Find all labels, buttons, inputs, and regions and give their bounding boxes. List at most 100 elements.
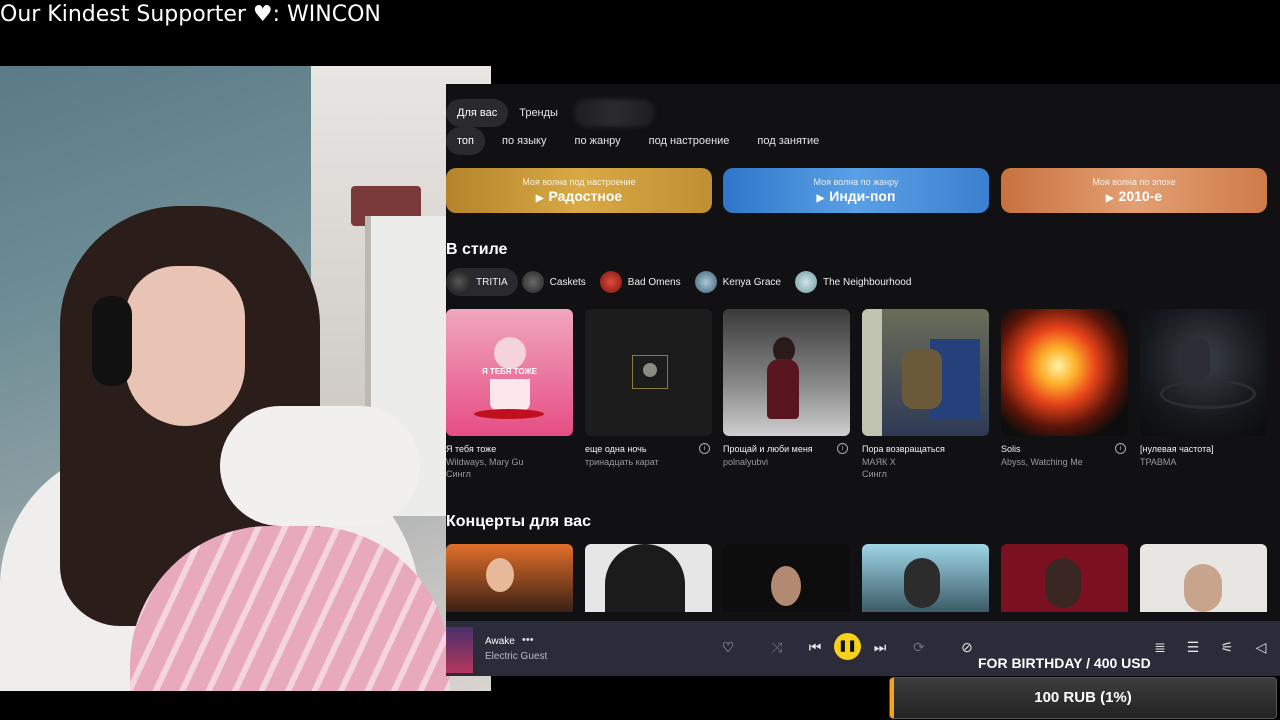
dislike-icon[interactable]: ⊘ — [959, 639, 975, 655]
cover-art-puddle — [474, 409, 544, 419]
cover-art-person — [902, 349, 942, 409]
release-card[interactable]: Прощай и люби меня i polnalyubvi — [723, 309, 850, 467]
concert-card[interactable] — [1001, 544, 1128, 612]
release-cover[interactable] — [1001, 309, 1128, 436]
avatar — [448, 271, 470, 293]
headphones — [92, 296, 132, 386]
wave-genre-title: ▶ Инди-поп — [723, 188, 989, 204]
release-title[interactable]: Я тебя тоже — [446, 444, 573, 454]
wave-mood-card[interactable]: Моя волна под настроение ▶ Радостное — [446, 168, 712, 213]
wave-era-label: 2010-е — [1118, 188, 1163, 204]
now-playing-cover[interactable] — [446, 627, 473, 673]
concert-card[interactable] — [1140, 544, 1267, 612]
filter-by-activity[interactable]: под занятие — [746, 127, 830, 155]
tab-for-you[interactable]: Для вас — [446, 99, 509, 127]
release-cover[interactable]: Я ТЕБЯ ТОЖЕ — [446, 309, 573, 436]
release-title[interactable]: Прощай и люби меня i — [723, 443, 850, 454]
wave-era-card[interactable]: Моя волна по эпохе ▶ 2010-е — [1001, 168, 1267, 213]
release-cover[interactable] — [862, 309, 989, 436]
pause-button[interactable]: ❚❚ — [834, 633, 861, 660]
more-icon[interactable]: ••• — [522, 634, 534, 646]
concert-card[interactable] — [585, 544, 712, 612]
concert-card[interactable] — [862, 544, 989, 612]
tab-blurred[interactable] — [572, 99, 655, 127]
release-title-text: Прощай и люби меня — [723, 444, 813, 454]
release-card[interactable]: Я ТЕБЯ ТОЖЕ Я тебя тоже Wildways, Mary G… — [446, 309, 573, 479]
repeat-icon[interactable]: ⟳ — [911, 639, 927, 655]
next-icon[interactable]: ⏭ — [872, 639, 888, 655]
info-icon[interactable]: i — [837, 443, 848, 454]
avatar — [794, 271, 817, 293]
supporter-banner: Our Kindest Supporter ♥: WINCON — [0, 2, 381, 27]
release-card[interactable]: еще одна ночь i тринадцать карат — [585, 309, 712, 467]
release-artist[interactable]: тринадцать карат — [585, 457, 712, 467]
release-artist[interactable]: Wildways, Mary Gu — [446, 457, 573, 467]
release-artist[interactable]: МАЯК X — [862, 457, 989, 467]
release-title-text: Пора возвращаться — [862, 444, 945, 454]
play-icon: ▶ — [1105, 193, 1114, 204]
artist-chip-tritia[interactable]: TRITIA — [446, 268, 518, 296]
equalizer-icon[interactable]: ⚟ — [1219, 639, 1235, 655]
artist-chip-label: Bad Omens — [627, 276, 681, 288]
avatar — [599, 271, 622, 293]
section-title-style: В стиле — [446, 241, 508, 258]
main-tabs: Для вас Тренды — [446, 99, 655, 127]
previous-icon[interactable]: ⏮ — [807, 639, 823, 655]
release-artist[interactable]: ТРАВМА — [1140, 457, 1267, 467]
release-title[interactable]: [нулевая частота] — [1140, 444, 1267, 454]
release-cover[interactable] — [1140, 309, 1267, 436]
filter-by-genre[interactable]: по жанру — [563, 127, 631, 155]
release-type: Сингл — [862, 469, 887, 479]
cover-art-window — [862, 309, 882, 436]
goal-progress-label: 100 RUB (1%) — [1034, 689, 1132, 706]
heart-icon[interactable]: ♡ — [720, 639, 736, 655]
filter-top[interactable]: топ — [446, 127, 485, 155]
release-cover[interactable] — [585, 309, 712, 436]
release-title-text: [нулевая частота] — [1140, 444, 1214, 454]
info-icon[interactable]: i — [699, 443, 710, 454]
release-artist[interactable]: Abyss, Watching Me — [1001, 457, 1128, 467]
supporter-prefix: Our Kindest Supporter — [0, 2, 253, 27]
lyrics-icon[interactable]: ≣ — [1152, 639, 1168, 655]
release-card[interactable]: Пора возвращаться МАЯК X Сингл — [862, 309, 989, 479]
wave-mood-label: Радостное — [548, 188, 623, 204]
goal-title: FOR BIRTHDAY / 400 USD — [978, 655, 1151, 671]
concert-card[interactable] — [723, 544, 850, 612]
heart-icon: ♥ — [252, 2, 273, 27]
cover-art-coil — [1160, 379, 1256, 409]
cover-art-dress — [767, 359, 799, 419]
shuffle-icon[interactable]: ⤨ — [769, 639, 785, 655]
release-card[interactable]: [нулевая частота] ТРАВМА — [1140, 309, 1267, 467]
release-cover[interactable] — [723, 309, 850, 436]
release-title[interactable]: Solis i — [1001, 443, 1128, 454]
wave-genre-card[interactable]: Моя волна по жанру ▶ Инди-поп — [723, 168, 989, 213]
webcam-feed — [0, 66, 491, 691]
artist-chip-label: TRITIA — [476, 276, 508, 288]
release-title-text: Solis — [1001, 444, 1021, 454]
tab-trends[interactable]: Тренды — [508, 99, 569, 127]
volume-icon[interactable]: ◁ — [1253, 639, 1269, 655]
artist-chip-bad-omens[interactable]: Bad Omens — [598, 268, 691, 296]
release-card[interactable]: Solis i Abyss, Watching Me — [1001, 309, 1128, 467]
webcam-person-face — [125, 266, 245, 426]
artist-chip-kenya-grace[interactable]: Kenya Grace — [693, 268, 791, 296]
cover-text: Я ТЕБЯ ТОЖЕ — [481, 367, 538, 376]
wave-genre-subtitle: Моя волна по жанру — [813, 177, 899, 187]
release-artist[interactable]: polnalyubvi — [723, 457, 850, 467]
release-title[interactable]: Пора возвращаться — [862, 444, 989, 454]
filter-by-language[interactable]: по языку — [491, 127, 557, 155]
release-title[interactable]: еще одна ночь i — [585, 443, 712, 454]
cover-art-moon — [643, 363, 657, 377]
play-icon: ▶ — [535, 193, 544, 204]
artist-chip-caskets[interactable]: Caskets — [520, 268, 596, 296]
queue-icon[interactable]: ☰ — [1185, 639, 1201, 655]
now-playing-title[interactable]: Awake — [485, 636, 515, 647]
wave-mood-title: ▶ Радостное — [446, 188, 712, 204]
release-title-text: Я тебя тоже — [446, 444, 497, 454]
concert-card[interactable] — [446, 544, 573, 612]
artist-chip-the-neighbourhood[interactable]: The Neighbourhood — [793, 268, 921, 296]
filter-by-mood[interactable]: под настроение — [638, 127, 741, 155]
now-playing-artist[interactable]: Electric Guest — [485, 651, 547, 662]
info-icon[interactable]: i — [1115, 443, 1126, 454]
wave-era-title: ▶ 2010-е — [1001, 188, 1267, 204]
